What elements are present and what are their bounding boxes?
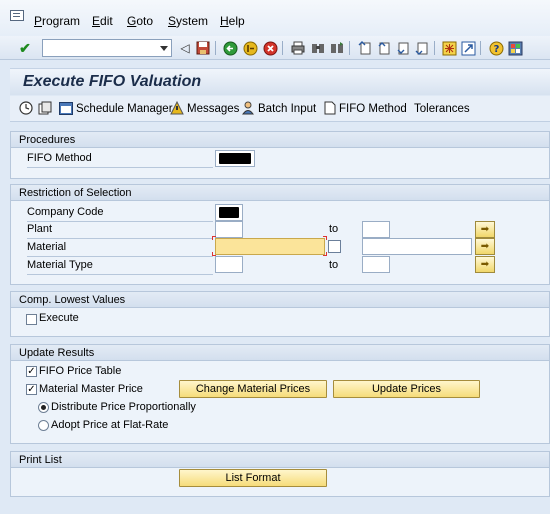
material-master-price-label: Material Master Price <box>39 383 143 395</box>
menu-edit[interactable]: Edit <box>92 14 113 28</box>
variant-icon <box>38 101 52 117</box>
arrow-right-icon: ➡ <box>480 241 490 252</box>
schedule-manager-button[interactable]: Schedule Manager <box>59 101 173 117</box>
help-icon[interactable]: ? <box>488 40 504 56</box>
customize-layout-icon[interactable] <box>507 40 523 56</box>
material-type-multiple-selection-button[interactable]: ➡ <box>475 256 495 273</box>
masked-value <box>219 153 251 164</box>
print-icon[interactable] <box>290 40 306 56</box>
schedule-manager-icon <box>59 101 73 117</box>
menu-program[interactable]: Program <box>34 14 80 28</box>
get-variant-button[interactable] <box>38 101 52 117</box>
left-triangle-icon[interactable]: ◁ <box>177 40 193 56</box>
messages-label: Messages <box>187 103 240 115</box>
lowest-values-header: Comp. Lowest Values <box>11 292 549 308</box>
execute-clock-icon <box>19 101 33 117</box>
material-to-input[interactable] <box>362 238 472 255</box>
title-bar: Execute FIFO Valuation <box>10 68 550 95</box>
standard-toolbar: ✔ ◁ ? <box>0 36 550 60</box>
execute-label: Execute <box>39 312 79 324</box>
lowest-values-panel: Comp. Lowest Values Execute <box>10 291 550 337</box>
procedures-header: Procedures <box>11 132 549 148</box>
svg-text:?: ? <box>493 44 499 55</box>
messages-icon <box>170 100 184 117</box>
next-page-icon[interactable] <box>395 40 411 56</box>
fifo-method-field-label: FIFO Method <box>27 152 92 164</box>
fifo-price-table-label: FIFO Price Table <box>39 365 122 377</box>
company-code-input[interactable] <box>215 204 243 221</box>
plant-multiple-selection-button[interactable]: ➡ <box>475 221 495 238</box>
chevron-down-icon[interactable] <box>160 46 168 51</box>
first-page-icon[interactable] <box>357 40 373 56</box>
material-label: Material <box>27 241 67 253</box>
check-icon: ✓ <box>27 384 36 395</box>
schedule-manager-label: Schedule Manager <box>76 103 173 115</box>
update-results-header: Update Results <box>11 345 549 361</box>
cancel-icon[interactable] <box>262 40 278 56</box>
enter-check-icon[interactable]: ✔ <box>17 40 33 56</box>
fifo-method-label: FIFO Method <box>339 103 407 115</box>
create-session-icon[interactable] <box>441 40 457 56</box>
material-multiple-selection-button[interactable]: ➡ <box>475 238 495 255</box>
adopt-price-radio[interactable] <box>38 420 49 431</box>
fifo-method-button[interactable]: FIFO Method <box>324 101 407 117</box>
tolerances-button[interactable]: Tolerances <box>414 101 470 117</box>
update-prices-button[interactable]: Update Prices <box>333 380 480 398</box>
list-format-button[interactable]: List Format <box>179 469 327 487</box>
shortcut-icon[interactable] <box>460 40 476 56</box>
material-from-input[interactable] <box>215 238 325 255</box>
menu-goto[interactable]: Goto <box>127 14 153 28</box>
save-icon[interactable] <box>195 40 211 56</box>
arrow-right-icon: ➡ <box>480 259 490 270</box>
back-icon[interactable] <box>222 40 238 56</box>
messages-button[interactable]: Messages <box>170 100 240 117</box>
check-icon: ✓ <box>27 366 36 377</box>
execute-checkbox[interactable] <box>26 314 37 325</box>
menu-help[interactable]: Help <box>220 14 245 28</box>
menu-bar: Program Edit Goto System Help <box>0 0 550 36</box>
menu-system[interactable]: System <box>168 14 208 28</box>
print-list-header: Print List <box>11 452 549 468</box>
fifo-method-input[interactable] <box>215 150 255 167</box>
command-field[interactable] <box>42 39 172 57</box>
restriction-header: Restriction of Selection <box>11 185 549 201</box>
document-icon <box>324 101 336 117</box>
last-page-icon[interactable] <box>414 40 430 56</box>
material-type-label: Material Type <box>27 259 93 271</box>
fifo-price-table-checkbox[interactable]: ✓ <box>26 366 37 377</box>
tolerances-label: Tolerances <box>414 103 470 115</box>
execute-button[interactable] <box>19 101 33 117</box>
procedures-panel: Procedures FIFO Method <box>10 131 550 179</box>
batch-input-button[interactable]: Batch Input <box>241 101 316 117</box>
change-material-prices-button[interactable]: Change Material Prices <box>179 380 327 398</box>
plant-from-input[interactable] <box>215 221 243 238</box>
previous-page-icon[interactable] <box>376 40 392 56</box>
exit-icon[interactable] <box>242 40 258 56</box>
company-code-label: Company Code <box>27 206 104 218</box>
material-type-to-input[interactable] <box>362 256 390 273</box>
batch-input-person-icon <box>241 101 255 117</box>
arrow-right-icon: ➡ <box>480 224 490 235</box>
masked-value <box>219 207 239 218</box>
material-master-price-checkbox[interactable]: ✓ <box>26 384 37 395</box>
system-menu-icon[interactable] <box>10 10 24 21</box>
material-type-from-input[interactable] <box>215 256 243 273</box>
update-results-panel: Update Results ✓ FIFO Price Table ✓ Mate… <box>10 344 550 444</box>
application-toolbar: Schedule Manager Messages Batch Input FI… <box>10 96 550 122</box>
plant-to-input[interactable] <box>362 221 390 238</box>
restriction-panel: Restriction of Selection Company Code Pl… <box>10 184 550 285</box>
material-type-to-label: to <box>329 259 339 271</box>
matchcode-icon[interactable] <box>328 240 341 253</box>
plant-label: Plant <box>27 223 53 235</box>
page-title: Execute FIFO Valuation <box>23 73 202 90</box>
distribute-price-radio[interactable] <box>38 402 49 413</box>
distribute-price-label: Distribute Price Proportionally <box>51 401 196 413</box>
batch-input-label: Batch Input <box>258 103 317 115</box>
print-list-panel: Print List List Format <box>10 451 550 497</box>
find-next-icon[interactable] <box>329 40 345 56</box>
find-icon[interactable] <box>310 40 326 56</box>
adopt-price-label: Adopt Price at Flat-Rate <box>51 419 169 431</box>
plant-to-label: to <box>329 223 339 235</box>
